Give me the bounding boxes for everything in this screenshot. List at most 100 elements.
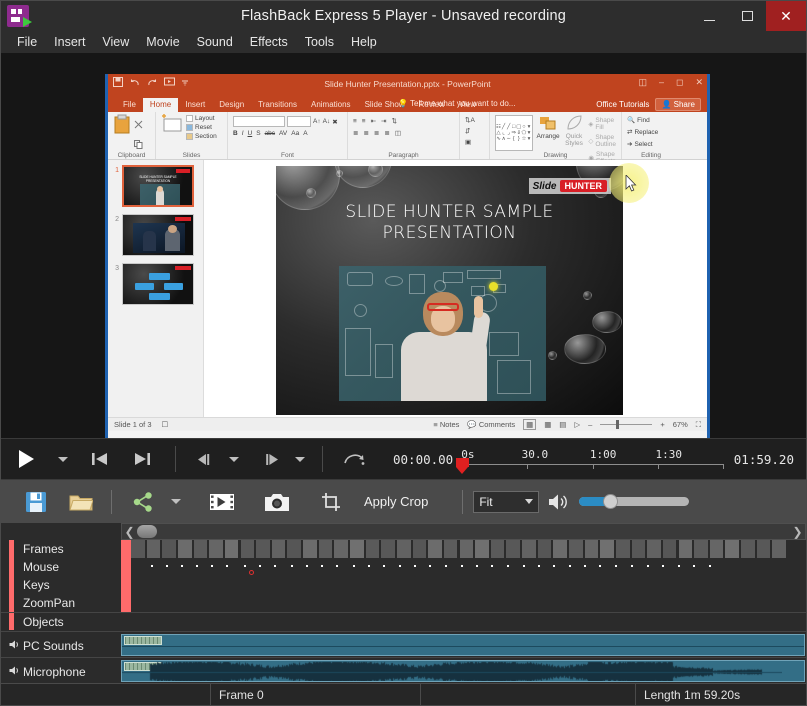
- track-label-microphone[interactable]: Microphone: [1, 657, 121, 683]
- mouse-event-marker[interactable]: [196, 565, 198, 567]
- chevron-right-icon[interactable]: ❯: [790, 525, 805, 539]
- mouse-event-marker[interactable]: [445, 565, 447, 567]
- frame-block[interactable]: [694, 540, 709, 558]
- shape-star-icon[interactable]: ☆: [521, 136, 526, 142]
- mouse-event-marker[interactable]: [211, 565, 213, 567]
- frame-block[interactable]: [741, 540, 756, 558]
- zoom-out-button[interactable]: –: [588, 420, 592, 429]
- frame-block[interactable]: [131, 540, 146, 558]
- tell-me-search[interactable]: 💡 Tell me what you want to do...: [398, 99, 515, 108]
- mouse-event-marker[interactable]: [259, 565, 261, 567]
- menu-item-tools[interactable]: Tools: [297, 33, 342, 51]
- frame-block[interactable]: [256, 540, 271, 558]
- zoom-in-button[interactable]: +: [660, 420, 664, 429]
- frame-block[interactable]: [272, 540, 287, 558]
- mouse-event-marker[interactable]: [631, 565, 633, 567]
- columns-icon[interactable]: ◫: [395, 129, 401, 137]
- shape-fill-button[interactable]: ◈ Shape Fill: [588, 117, 616, 131]
- frame-block[interactable]: [522, 540, 537, 558]
- frame-block[interactable]: [710, 540, 725, 558]
- align-left-icon[interactable]: ≣: [353, 129, 358, 137]
- frame-block[interactable]: [178, 540, 193, 558]
- open-button[interactable]: [58, 480, 103, 524]
- numbering-icon[interactable]: ≡: [362, 118, 366, 125]
- shape-brace-left-icon[interactable]: {: [513, 136, 515, 142]
- frame-block[interactable]: [663, 540, 678, 558]
- mouse-event-marker[interactable]: [336, 565, 338, 567]
- powerpoint-minimize-icon[interactable]: –: [659, 77, 664, 88]
- font-size-combobox[interactable]: [287, 116, 311, 127]
- frame-block[interactable]: [147, 540, 162, 558]
- menu-item-movie[interactable]: Movie: [138, 33, 187, 51]
- go-to-end-button[interactable]: [121, 439, 163, 480]
- frame-block[interactable]: [506, 540, 521, 558]
- bold-icon[interactable]: B: [233, 130, 238, 137]
- track-lane-zoompan[interactable]: [121, 594, 806, 612]
- menu-item-help[interactable]: Help: [343, 33, 385, 51]
- snapshot-button[interactable]: [254, 480, 299, 524]
- slideshow-icon[interactable]: ▷: [574, 420, 580, 429]
- microphone-speaker-icon[interactable]: [9, 665, 20, 679]
- track-label-keys[interactable]: Keys: [1, 576, 121, 594]
- share-button[interactable]: 👤 Share: [655, 98, 701, 111]
- paste-icon[interactable]: [113, 114, 131, 141]
- layout-button[interactable]: Layout: [186, 115, 217, 122]
- volume-slider-knob[interactable]: [603, 494, 618, 509]
- ribbon-tab-design[interactable]: Design: [212, 98, 251, 112]
- current-slide[interactable]: Slide HUNTER SLIDE HUNTER SAMPLE PRESENT…: [276, 166, 623, 415]
- frame-block[interactable]: [209, 540, 224, 558]
- track-label-zoompan[interactable]: ZoomPan: [1, 594, 121, 612]
- section-button[interactable]: Section: [186, 133, 217, 140]
- normal-view-icon[interactable]: ▦: [523, 419, 536, 430]
- track-lane-microphone[interactable]: [121, 657, 806, 683]
- step-back-button[interactable]: [188, 439, 222, 480]
- save-button[interactable]: [13, 480, 58, 524]
- mouse-event-marker[interactable]: [569, 565, 571, 567]
- convert-smartart-icon[interactable]: ▣: [465, 138, 471, 146]
- notes-button[interactable]: ≡ Notes: [433, 420, 459, 429]
- mouse-event-marker[interactable]: [647, 565, 649, 567]
- track-label-objects[interactable]: Objects: [1, 612, 121, 631]
- frame-block[interactable]: [194, 540, 209, 558]
- export-movie-button[interactable]: [199, 480, 244, 524]
- timeline-tracks[interactable]: [121, 540, 806, 683]
- frame-block[interactable]: [381, 540, 396, 558]
- share-options-button[interactable]: [165, 480, 187, 524]
- slide-thumbnail-1[interactable]: 1 Slide SLIDE HUNTER SAMPLEPRESENTATION: [112, 165, 199, 207]
- character-spacing-icon[interactable]: AV: [279, 130, 287, 137]
- track-lane-pc-sounds[interactable]: [121, 631, 806, 657]
- frame-block[interactable]: [616, 540, 631, 558]
- mouse-event-marker[interactable]: [181, 565, 183, 567]
- frame-block[interactable]: [725, 540, 740, 558]
- mouse-event-marker[interactable]: [226, 565, 228, 567]
- frame-block[interactable]: [334, 540, 349, 558]
- slide-title-text[interactable]: SLIDE HUNTER SAMPLE PRESENTATION: [276, 202, 623, 245]
- timeline-horizontal-scrollbar[interactable]: ❮ ❯: [121, 523, 806, 540]
- justify-icon[interactable]: ≣: [384, 129, 389, 137]
- mouse-event-marker[interactable]: [383, 565, 385, 567]
- shape-freeform-icon[interactable]: ∧: [502, 136, 506, 142]
- mouse-event-marker[interactable]: [553, 565, 555, 567]
- powerpoint-maximize-icon[interactable]: ◻: [676, 77, 683, 88]
- frame-block[interactable]: [287, 540, 302, 558]
- shape-brace-right-icon[interactable]: }: [518, 136, 520, 142]
- frame-block[interactable]: [632, 540, 647, 558]
- frame-block[interactable]: [553, 540, 568, 558]
- apply-crop-button[interactable]: Apply Crop: [354, 494, 438, 509]
- speaker-icon[interactable]: [9, 639, 20, 653]
- slide-sorter-icon[interactable]: ▦: [544, 420, 551, 429]
- decrease-font-size-icon[interactable]: A↓: [323, 118, 331, 125]
- increase-font-size-icon[interactable]: A↑: [313, 118, 321, 125]
- shape-outline-button[interactable]: ◇ Shape Outline: [588, 134, 616, 148]
- track-lane-mouse[interactable]: [121, 558, 806, 576]
- frame-block[interactable]: [679, 540, 694, 558]
- change-case-icon[interactable]: Aa: [291, 130, 299, 137]
- select-button[interactable]: ➔ Select: [627, 140, 653, 148]
- replace-button[interactable]: ⇄ Replace: [627, 128, 658, 136]
- play-options-button[interactable]: [51, 439, 75, 480]
- clear-formatting-icon[interactable]: ✖: [332, 118, 337, 126]
- mouse-event-marker[interactable]: [662, 565, 664, 567]
- frame-block[interactable]: [413, 540, 428, 558]
- clip-handle[interactable]: [124, 636, 162, 645]
- mouse-event-marker[interactable]: [429, 565, 431, 567]
